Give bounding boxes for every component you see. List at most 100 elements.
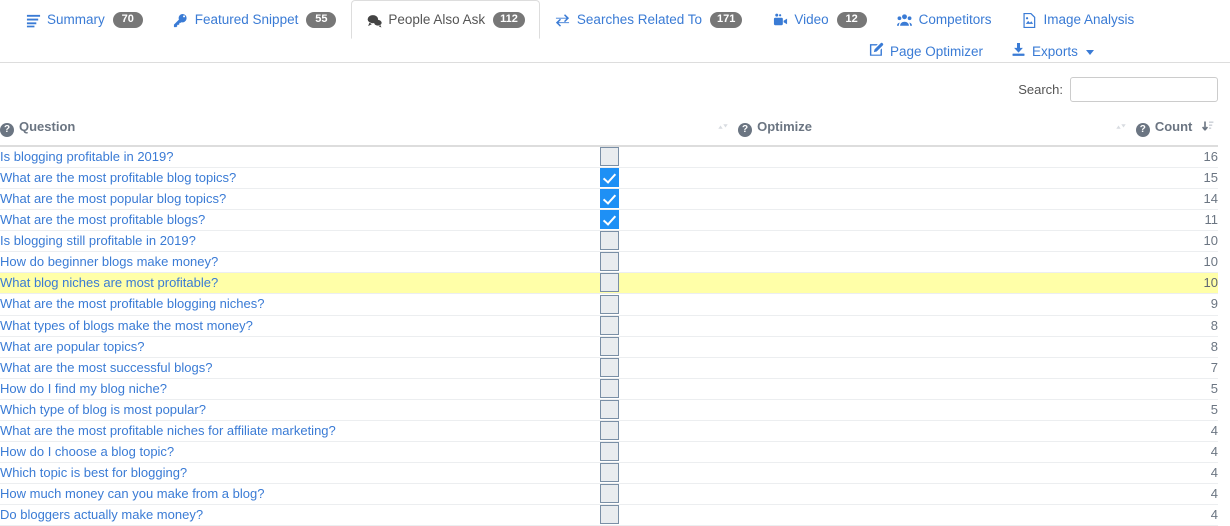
help-icon-count[interactable]: ?	[1135, 123, 1150, 137]
question-cell: Is blogging profitable in 2019?	[0, 146, 406, 169]
sort-none-icon-optimize[interactable]	[1116, 120, 1126, 133]
question-link[interactable]: Is blogging still profitable in 2019?	[0, 233, 196, 248]
column-header-count[interactable]: ? Count	[812, 112, 1218, 147]
table-row[interactable]: What are the most profitable blog topics…	[0, 167, 1218, 190]
count-cell: 15	[812, 167, 1218, 190]
table-row[interactable]: What are the most popular blog topics? 14	[0, 188, 1218, 211]
column-header-optimize[interactable]: ? Optimize	[406, 112, 812, 147]
optimize-checkbox[interactable]	[599, 189, 619, 209]
question-link[interactable]: What are the most popular blog topics?	[0, 191, 226, 206]
optimize-checkbox[interactable]	[599, 252, 619, 272]
question-link[interactable]: Which topic is best for blogging?	[0, 465, 187, 480]
optimize-checkbox[interactable]	[599, 210, 619, 230]
question-link[interactable]: What are the most profitable blog topics…	[0, 170, 236, 185]
table-row[interactable]: How much money can you make from a blog?…	[0, 483, 1218, 506]
count-cell: 4	[812, 462, 1218, 485]
question-link[interactable]: What blog niches are most profitable?	[0, 275, 218, 290]
table-head: ? Question ? Optimize ? Count	[0, 112, 1218, 147]
optimize-cell	[406, 336, 812, 358]
question-link[interactable]: What types of blogs make the most money?	[0, 318, 253, 333]
tab-badge-count: 112	[493, 12, 525, 28]
column-header-question-label: Question	[19, 119, 76, 134]
table-row[interactable]: Which topic is best for blogging? 4	[0, 462, 1218, 485]
download-icon	[1011, 42, 1026, 60]
question-cell: What are the most profitable blogs?	[0, 209, 406, 232]
optimize-cell	[406, 378, 812, 400]
tab-video[interactable]: Video 12	[757, 0, 881, 39]
tab-label: Summary	[47, 12, 105, 27]
question-link[interactable]: What are popular topics?	[0, 339, 145, 354]
question-link[interactable]: How do I find my blog niche?	[0, 381, 167, 396]
optimize-checkbox[interactable]	[599, 231, 619, 251]
question-cell: Which topic is best for blogging?	[0, 462, 406, 485]
optimize-checkbox[interactable]	[599, 441, 619, 461]
question-cell: How do I find my blog niche?	[0, 378, 406, 400]
tab-image-analysis[interactable]: Image Analysis	[1006, 0, 1149, 39]
optimize-checkbox[interactable]	[599, 147, 619, 167]
count-cell: 4	[812, 420, 1218, 442]
tab-row-secondary: Page Optimizer Exports	[10, 40, 1220, 62]
table-header-row: ? Question ? Optimize ? Count	[0, 112, 1218, 147]
question-link[interactable]: What are the most profitable blogs?	[0, 212, 205, 227]
question-link[interactable]: How do I choose a blog topic?	[0, 444, 174, 459]
table-row[interactable]: What blog niches are most profitable? 10	[0, 272, 1218, 295]
table-row[interactable]: What are the most profitable blogs? 11	[0, 209, 1218, 232]
table-row[interactable]: What are the most profitable niches for …	[0, 420, 1218, 442]
tab-bar: Summary 70 Featured Snippet 55 People Also A…	[0, 0, 1230, 63]
table-row[interactable]: How do I choose a blog topic? 4	[0, 441, 1218, 463]
help-icon[interactable]: ?	[0, 123, 14, 137]
question-link[interactable]: What are the most profitable niches for …	[0, 423, 336, 438]
question-link[interactable]: Which type of blog is most popular?	[0, 402, 206, 417]
table-row[interactable]: Do bloggers actually make money? 4	[0, 504, 1218, 526]
question-cell: What are the most profitable blogging ni…	[0, 293, 406, 316]
people-also-ask-table: ? Question ? Optimize ? Count Is blogging p…	[0, 112, 1218, 526]
question-link[interactable]: What are the most profitable blogging ni…	[0, 296, 265, 311]
optimize-checkbox[interactable]	[599, 420, 619, 440]
table-row[interactable]: How do I find my blog niche? 5	[0, 378, 1218, 400]
count-cell: 10	[812, 251, 1218, 274]
table-row[interactable]: Which type of blog is most popular? 5	[0, 399, 1218, 421]
tab-people-also-ask[interactable]: People Also Ask 112	[351, 0, 540, 39]
optimize-cell	[406, 462, 812, 485]
question-link[interactable]: How do beginner blogs make money?	[0, 254, 218, 269]
tab-page-optimizer[interactable]: Page Optimizer	[855, 40, 997, 62]
optimize-checkbox[interactable]	[599, 294, 619, 314]
column-header-question[interactable]: ? Question	[0, 112, 406, 147]
table-row[interactable]: What are the most successful blogs? 7	[0, 357, 1218, 379]
table-row[interactable]: What are the most profitable blogging ni…	[0, 293, 1218, 316]
sort-descending-icon-count[interactable]	[1202, 120, 1214, 133]
table-row[interactable]: Is blogging still profitable in 2019? 10	[0, 230, 1218, 253]
count-cell: 5	[812, 378, 1218, 400]
question-cell: What are the most successful blogs?	[0, 357, 406, 379]
table-row[interactable]: What are popular topics? 8	[0, 336, 1218, 358]
optimize-checkbox[interactable]	[599, 399, 619, 419]
image-file-icon	[1021, 12, 1037, 28]
column-header-optimize-label: Optimize	[757, 119, 812, 134]
optimize-checkbox[interactable]	[599, 273, 619, 293]
table-row[interactable]: How do beginner blogs make money? 10	[0, 251, 1218, 274]
table-row[interactable]: What types of blogs make the most money?…	[0, 315, 1218, 337]
count-cell: 8	[812, 315, 1218, 337]
question-link[interactable]: Is blogging profitable in 2019?	[0, 149, 173, 164]
tab-label: Featured Snippet	[194, 12, 299, 27]
optimize-checkbox[interactable]	[599, 463, 619, 482]
optimize-checkbox[interactable]	[599, 168, 619, 188]
question-link[interactable]: How much money can you make from a blog?	[0, 486, 264, 501]
question-link[interactable]: What are the most successful blogs?	[0, 360, 212, 375]
optimize-checkbox[interactable]	[599, 357, 619, 377]
optimize-checkbox[interactable]	[599, 378, 619, 398]
tab-searches-related-to[interactable]: Searches Related To 171	[540, 0, 757, 39]
tab-summary[interactable]: Summary 70	[10, 0, 158, 39]
table-body: Is blogging profitable in 2019? 16 What ar…	[0, 146, 1218, 526]
help-icon-optimize[interactable]: ?	[738, 123, 753, 137]
table-row[interactable]: Is blogging profitable in 2019? 16	[0, 146, 1218, 169]
sort-none-icon-question[interactable]	[718, 120, 729, 133]
optimize-checkbox[interactable]	[599, 336, 619, 356]
search-input[interactable]	[1070, 77, 1218, 102]
optimize-checkbox[interactable]	[599, 484, 619, 504]
tab-featured-snippet[interactable]: Featured Snippet 55	[158, 0, 352, 39]
tab-competitors[interactable]: Competitors	[882, 0, 1007, 39]
tab-exports[interactable]: Exports	[997, 40, 1108, 62]
optimize-checkbox[interactable]	[599, 315, 619, 335]
optimize-cell	[406, 272, 812, 295]
